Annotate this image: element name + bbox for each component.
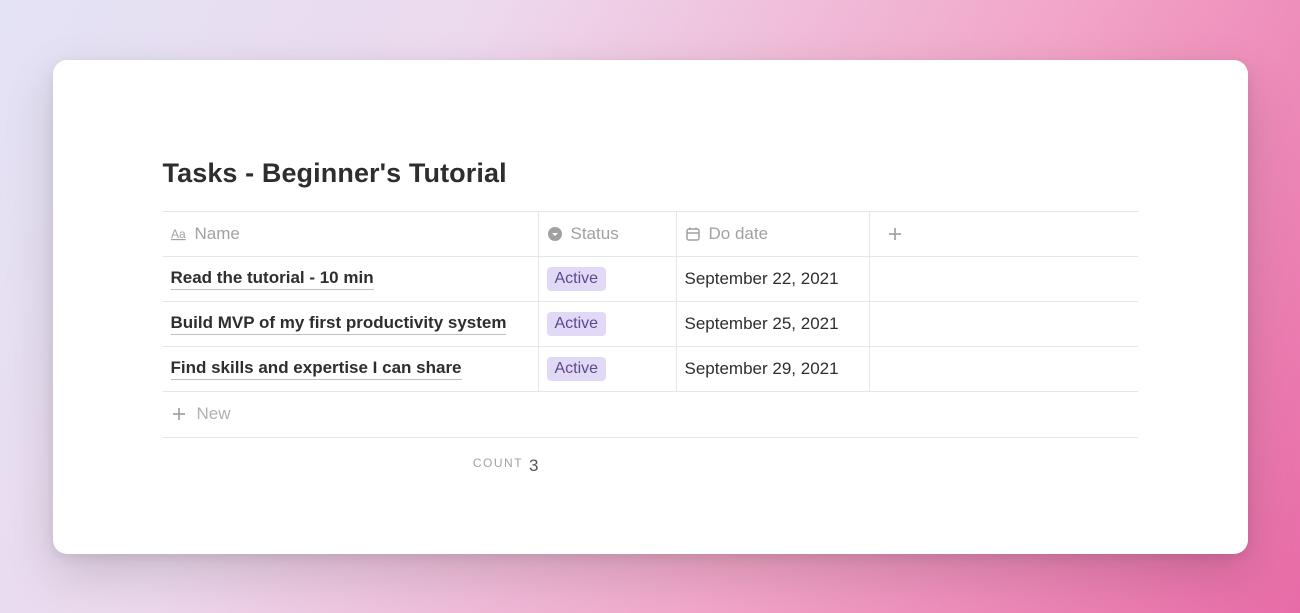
column-label: Name — [195, 224, 240, 244]
new-row-button[interactable]: New — [163, 392, 1138, 438]
cell-status[interactable]: Active — [539, 302, 677, 346]
table-row[interactable]: Find skills and expertise I can share Ac… — [163, 347, 1138, 392]
column-header-name[interactable]: Aa Name — [163, 212, 539, 256]
table-footer: count 3 — [163, 438, 539, 476]
cell-name[interactable]: Read the tutorial - 10 min — [163, 257, 539, 301]
column-label: Do date — [709, 224, 769, 244]
column-label: Status — [571, 224, 619, 244]
cell-empty — [870, 302, 1138, 346]
count-label: count — [473, 456, 523, 476]
table-row[interactable]: Read the tutorial - 10 min Active Septem… — [163, 257, 1138, 302]
new-label: New — [197, 404, 231, 424]
cell-status[interactable]: Active — [539, 257, 677, 301]
count-value: 3 — [529, 456, 538, 476]
cell-name[interactable]: Build MVP of my first productivity syste… — [163, 302, 539, 346]
cell-date[interactable]: September 29, 2021 — [677, 347, 870, 391]
dropdown-icon — [547, 226, 563, 242]
status-badge: Active — [547, 357, 607, 381]
task-name: Find skills and expertise I can share — [171, 358, 462, 380]
cell-date[interactable]: September 22, 2021 — [677, 257, 870, 301]
cell-name[interactable]: Find skills and expertise I can share — [163, 347, 539, 391]
task-name: Build MVP of my first productivity syste… — [171, 313, 507, 335]
column-header-status[interactable]: Status — [539, 212, 677, 256]
cell-empty — [870, 347, 1138, 391]
plus-icon — [887, 226, 903, 242]
column-header-date[interactable]: Do date — [677, 212, 870, 256]
cell-empty — [870, 257, 1138, 301]
add-column-button[interactable] — [870, 212, 920, 256]
calendar-icon — [685, 226, 701, 242]
date-text: September 22, 2021 — [685, 269, 839, 289]
text-icon: Aa — [171, 227, 187, 241]
cell-status[interactable]: Active — [539, 347, 677, 391]
plus-icon — [171, 406, 187, 422]
status-badge: Active — [547, 312, 607, 336]
date-text: September 25, 2021 — [685, 314, 839, 334]
date-text: September 29, 2021 — [685, 359, 839, 379]
svg-text:Aa: Aa — [171, 227, 186, 241]
page-title: Tasks - Beginner's Tutorial — [163, 158, 1138, 189]
table-header: Aa Name Status — [163, 212, 1138, 257]
cell-date[interactable]: September 25, 2021 — [677, 302, 870, 346]
table-row[interactable]: Build MVP of my first productivity syste… — [163, 302, 1138, 347]
tasks-table: Aa Name Status — [163, 211, 1138, 476]
page-card: Tasks - Beginner's Tutorial Aa Name — [53, 60, 1248, 554]
task-name: Read the tutorial - 10 min — [171, 268, 374, 290]
status-badge: Active — [547, 267, 607, 291]
